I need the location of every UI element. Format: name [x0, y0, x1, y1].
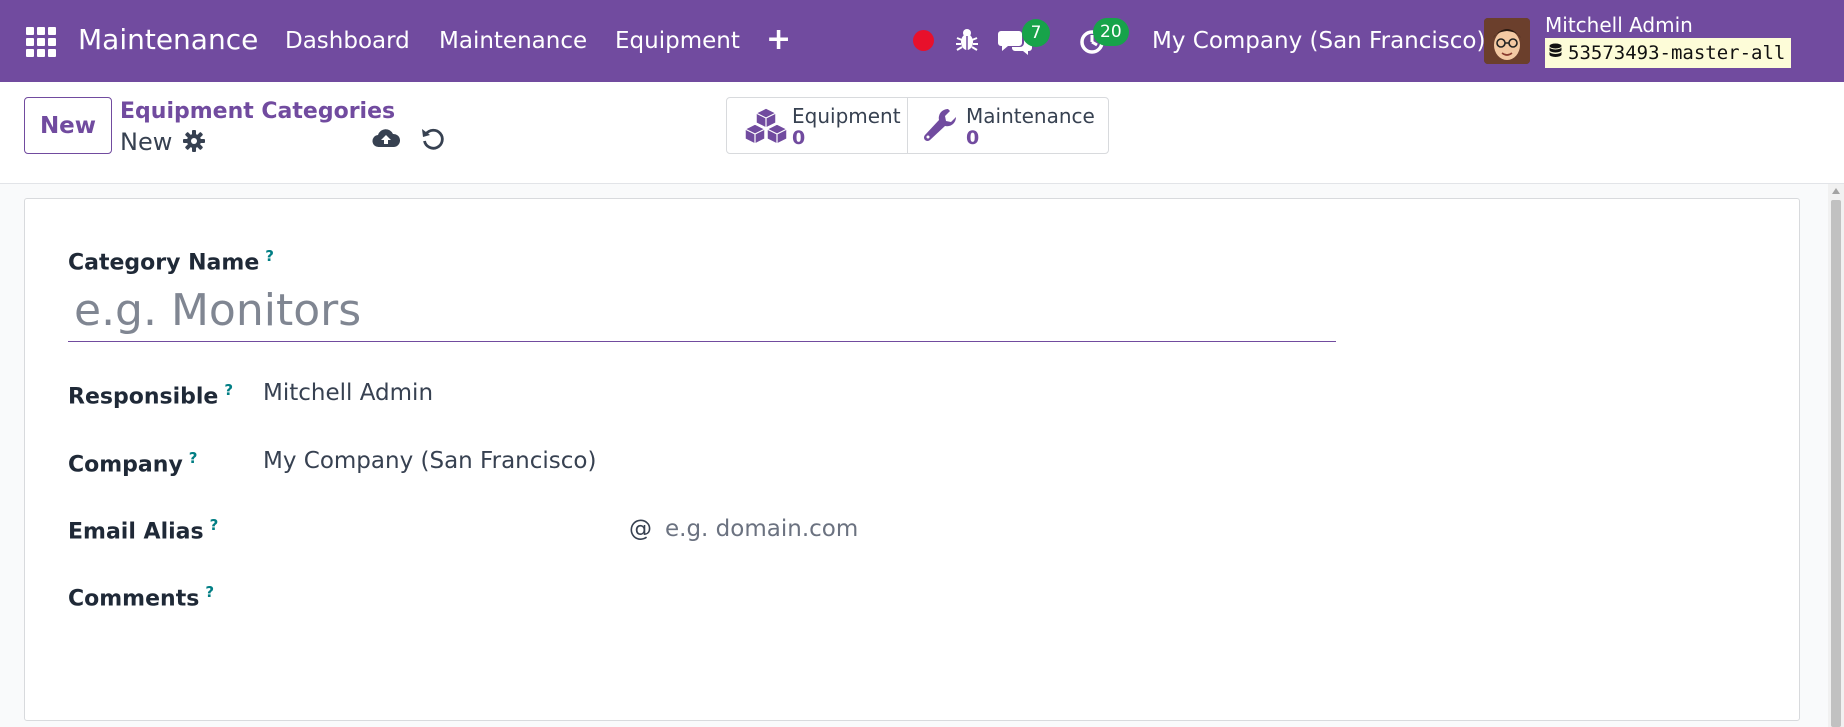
- email-alias-label-text: Email Alias: [68, 519, 204, 545]
- comments-label-text: Comments: [68, 586, 200, 612]
- responsible-label-text: Responsible: [68, 384, 219, 410]
- plus-icon[interactable]: +: [766, 24, 791, 56]
- form-sheet: Category Name? Responsible? Mitchell Adm…: [24, 198, 1800, 721]
- control-panel: New Equipment Categories New Equipment 0…: [0, 82, 1844, 184]
- maintenance-smart-label: Maintenance: [966, 104, 1095, 128]
- responsible-field[interactable]: Mitchell Admin: [263, 377, 433, 409]
- responsible-label: Responsible?: [68, 375, 233, 412]
- menu-equipment[interactable]: Equipment: [615, 24, 740, 58]
- apps-grid-icon[interactable]: [26, 27, 56, 57]
- user-name[interactable]: Mitchell Admin: [1545, 12, 1693, 38]
- scroll-up-arrow-icon[interactable]: [1832, 188, 1840, 194]
- maintenance-smart-button[interactable]: Maintenance 0: [908, 98, 1108, 153]
- app-brand[interactable]: Maintenance: [78, 20, 258, 60]
- help-tooltip-icon[interactable]: ?: [265, 247, 274, 265]
- breadcrumb-current: New: [120, 128, 173, 156]
- database-tag: 53573493-master-all: [1545, 38, 1792, 68]
- bug-icon[interactable]: [956, 26, 978, 58]
- messages-badge: 7: [1022, 19, 1050, 47]
- equipment-smart-label: Equipment: [792, 104, 901, 128]
- company-field[interactable]: My Company (San Francisco): [263, 445, 596, 477]
- scroll-thumb[interactable]: [1831, 200, 1841, 727]
- category-name-label-text: Category Name: [68, 250, 260, 276]
- menu-dashboard[interactable]: Dashboard: [285, 24, 410, 58]
- menu-maintenance[interactable]: Maintenance: [439, 24, 587, 58]
- email-alias-domain-input[interactable]: [665, 511, 1165, 547]
- database-name: 53573493-master-all: [1568, 42, 1786, 64]
- company-label: Company?: [68, 443, 197, 480]
- category-name-label: Category Name?: [68, 241, 274, 278]
- gear-icon[interactable]: [183, 130, 205, 156]
- cubes-icon: [743, 107, 789, 149]
- email-alias-label: Email Alias?: [68, 510, 218, 547]
- help-tooltip-icon[interactable]: ?: [205, 583, 214, 601]
- help-tooltip-icon[interactable]: ?: [224, 381, 233, 399]
- help-tooltip-icon[interactable]: ?: [210, 516, 219, 534]
- discard-icon[interactable]: [421, 127, 445, 155]
- activities-badge: 20: [1093, 18, 1129, 46]
- smart-buttons: Equipment 0 Maintenance 0: [726, 97, 1109, 154]
- email-alias-at-sign: @: [629, 516, 652, 542]
- top-navbar: Maintenance Dashboard Maintenance Equipm…: [0, 0, 1844, 82]
- company-label-text: Company: [68, 452, 183, 478]
- vertical-scrollbar[interactable]: [1828, 184, 1844, 727]
- maintenance-smart-count: 0: [966, 127, 980, 149]
- equipment-smart-count: 0: [792, 127, 806, 149]
- category-name-input[interactable]: [68, 279, 1336, 342]
- help-tooltip-icon[interactable]: ?: [189, 449, 198, 467]
- record-icon[interactable]: [913, 30, 934, 51]
- equipment-smart-button[interactable]: Equipment 0: [727, 98, 908, 153]
- cloud-upload-icon[interactable]: [372, 127, 401, 153]
- company-switcher[interactable]: My Company (San Francisco): [1152, 24, 1485, 58]
- new-button[interactable]: New: [24, 97, 112, 154]
- wrench-icon: [922, 107, 958, 149]
- comments-label: Comments?: [68, 577, 214, 614]
- avatar[interactable]: [1484, 18, 1530, 64]
- breadcrumb-parent[interactable]: Equipment Categories: [120, 97, 395, 127]
- database-icon: [1549, 38, 1562, 68]
